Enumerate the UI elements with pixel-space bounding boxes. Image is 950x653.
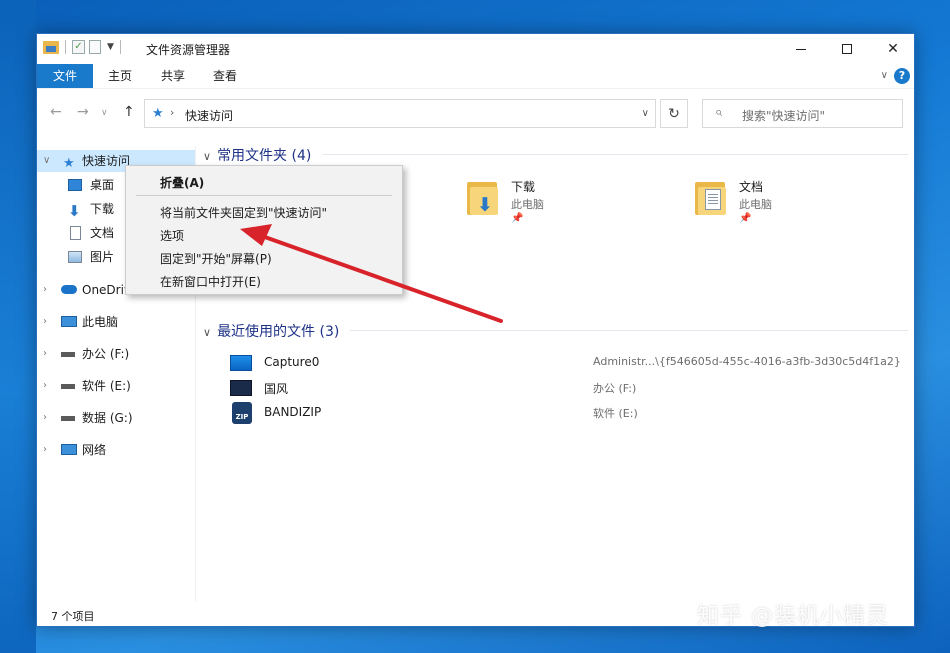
annotation-arrow-head <box>240 224 272 246</box>
annotation-arrow-shaft <box>260 234 503 323</box>
annotation-arrow <box>240 224 503 323</box>
watermark-text: 知乎 @装机小精灵 <box>697 604 889 629</box>
